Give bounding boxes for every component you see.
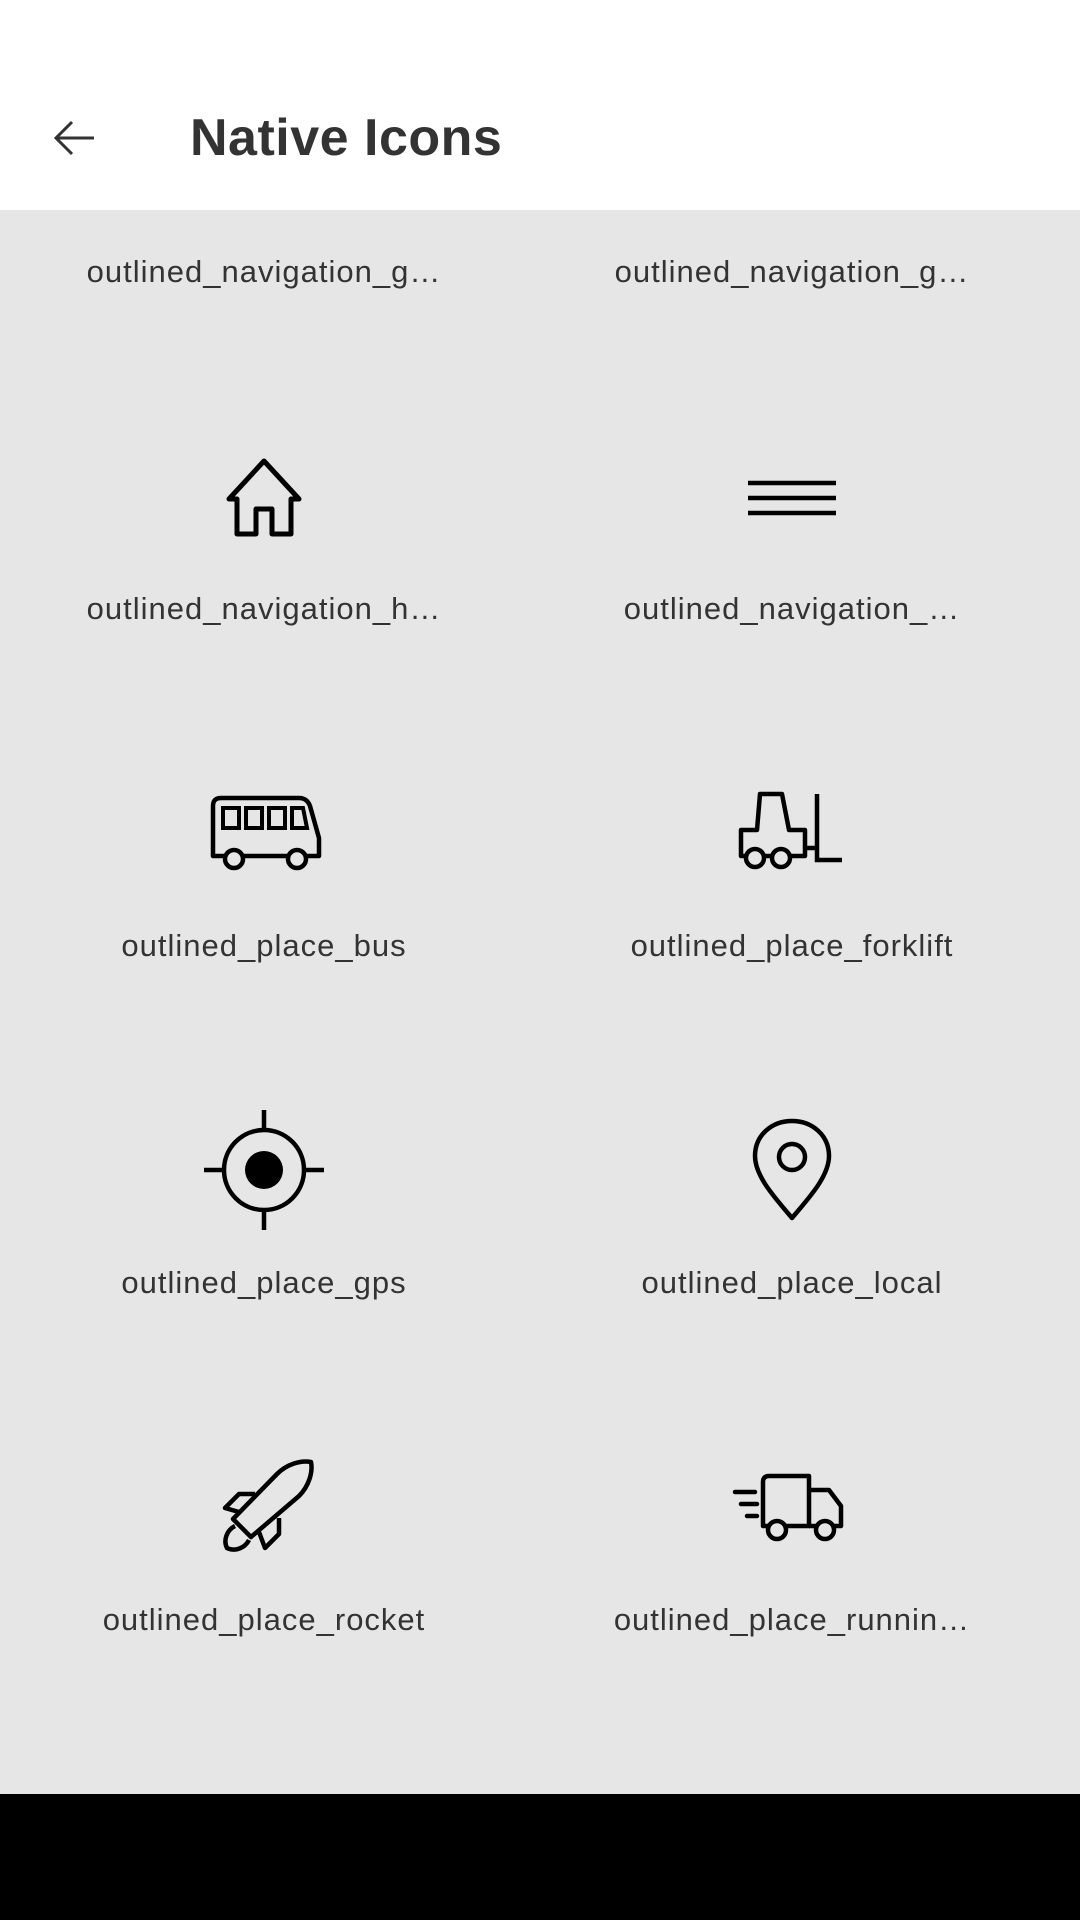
icon-tile[interactable]: outlined_place_gps: [0, 1041, 528, 1378]
back-button[interactable]: [44, 108, 104, 168]
bus-icon: [199, 768, 329, 898]
gps-icon: [199, 1105, 329, 1235]
icon-tile[interactable]: outlined_place_rocket: [0, 1378, 528, 1715]
navigation-g-icon: [727, 210, 857, 224]
icon-label: outlined_navigation_g…: [614, 254, 970, 289]
home-icon: [199, 431, 329, 561]
icon-label: outlined_place_local: [641, 1265, 943, 1300]
icon-label: outlined_place_rocket: [102, 1602, 426, 1637]
delivery-truck-icon: [727, 1442, 857, 1572]
icon-tile[interactable]: outlined_navigation_g…: [0, 210, 528, 367]
icon-label: outlined_place_forklift: [630, 928, 954, 963]
icon-tile[interactable]: outlined_place_forklift: [528, 704, 1056, 1041]
top-app-bar: Native Icons: [0, 0, 1080, 210]
icon-tile[interactable]: outlined_navigation_g…: [528, 210, 1056, 367]
icon-label: outlined_place_runnin…: [613, 1602, 971, 1637]
rocket-icon: [199, 1442, 329, 1572]
icon-label: outlined_navigation_…: [623, 591, 961, 626]
icon-grid[interactable]: outlined_navigation_g… outlined_navigati…: [0, 210, 1080, 1794]
icon-tile[interactable]: outlined_place_runnin…: [528, 1378, 1056, 1715]
arrow-left-icon: [50, 114, 98, 162]
system-navigation-bar: [0, 1794, 1080, 1920]
menu-lines-icon: [727, 431, 857, 561]
app-screen: Native Icons outlined_navigation_g… outl…: [0, 0, 1080, 1920]
page-title: Native Icons: [190, 109, 503, 167]
icon-tile[interactable]: outlined_navigation_…: [528, 367, 1056, 704]
forklift-icon: [727, 768, 857, 898]
location-pin-icon: [727, 1105, 857, 1235]
icon-label: outlined_navigation_g…: [86, 254, 442, 289]
icon-tile[interactable]: outlined_place_local: [528, 1041, 1056, 1378]
icon-label: outlined_place_bus: [121, 928, 407, 963]
navigation-g-icon: [199, 210, 329, 224]
icon-tile[interactable]: outlined_place_bus: [0, 704, 528, 1041]
icon-tile[interactable]: outlined_navigation_h…: [0, 367, 528, 704]
icon-label: outlined_navigation_h…: [86, 591, 442, 626]
icon-label: outlined_place_gps: [121, 1265, 407, 1300]
